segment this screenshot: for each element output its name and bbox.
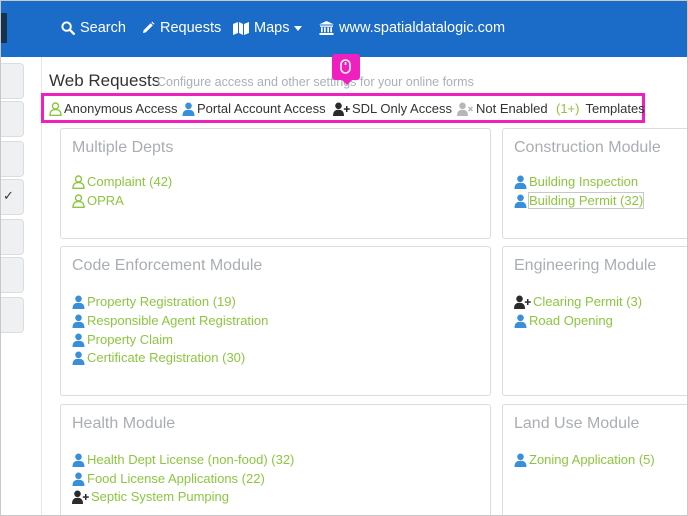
- user-solid-icon: [72, 472, 85, 486]
- access-legend: Anonymous Access Portal Account Access S…: [41, 93, 645, 123]
- card-title: Construction Module: [514, 139, 661, 156]
- card-title: Health Module: [72, 415, 176, 432]
- link-label: Building Inspection: [529, 174, 639, 189]
- legend-portal: Portal Account Access: [182, 101, 326, 116]
- pencil-icon: [143, 21, 155, 33]
- link-label: Road Opening: [529, 313, 613, 328]
- request-link[interactable]: Clearing Permit (3): [514, 294, 642, 309]
- link-label: Food License Applications (22): [87, 471, 265, 486]
- app-window: Search Requests Maps www.spatialdatalogi…: [0, 0, 688, 516]
- card-land-use: Land Use Module Zoning Application (5): [502, 404, 687, 515]
- card-health: Health Module Health Dept License (non-f…: [60, 404, 491, 515]
- request-link[interactable]: Building Inspection: [514, 174, 638, 189]
- nav-requests[interactable]: Requests: [141, 20, 221, 36]
- card-title: Multiple Depts: [72, 139, 174, 156]
- request-link[interactable]: OPRA: [72, 193, 124, 208]
- user-solid-icon: [72, 314, 85, 328]
- card-title: Code Enforcement Module: [72, 257, 263, 274]
- request-link[interactable]: Responsible Agent Registration: [72, 313, 268, 328]
- card-code-enforcement: Code Enforcement Module Property Registr…: [60, 246, 491, 396]
- link-label: Health Dept License (non-food) (32): [87, 452, 295, 467]
- link-label: Clearing Permit (3): [533, 294, 643, 309]
- side-tab-active[interactable]: ✓: [1, 179, 24, 215]
- legend-anonymous-label: Anonymous Access: [64, 101, 178, 116]
- request-link[interactable]: Property Claim: [72, 332, 173, 347]
- user-solid-icon: [182, 102, 195, 116]
- card-title: Engineering Module: [514, 257, 657, 274]
- request-link[interactable]: Building Permit (32): [514, 192, 645, 209]
- nav-requests-label: Requests: [160, 20, 222, 36]
- card-title: Land Use Module: [514, 415, 640, 432]
- user-solid-icon: [514, 453, 527, 467]
- map-icon: [233, 21, 249, 35]
- nav-search[interactable]: Search: [61, 20, 126, 36]
- check-icon: ✓: [3, 188, 14, 203]
- user-solid-icon: [72, 295, 85, 309]
- mouse-icon: [340, 59, 351, 74]
- link-label: Certificate Registration (30): [87, 350, 246, 365]
- user-outline-icon: [49, 101, 62, 116]
- navbar-brand-stub: [1, 13, 7, 43]
- side-tab[interactable]: [1, 101, 24, 137]
- institution-icon: [319, 21, 334, 35]
- user-plus-icon: [72, 490, 89, 504]
- legend-templates: (1+) Templates: [556, 101, 645, 116]
- top-navbar: Search Requests Maps www.spatialdatalogi…: [1, 1, 687, 57]
- nav-maps-label: Maps: [254, 20, 290, 36]
- request-link[interactable]: Certificate Registration (30): [72, 350, 245, 365]
- user-solid-icon: [514, 175, 527, 189]
- user-solid-icon: [72, 333, 85, 347]
- request-link[interactable]: Zoning Application (5): [514, 452, 655, 467]
- side-tab[interactable]: [1, 141, 24, 177]
- legend-sdl-label: SDL Only Access: [352, 101, 452, 116]
- request-link[interactable]: Property Registration (19): [72, 294, 236, 309]
- legend-not-enabled-label: Not Enabled: [476, 101, 548, 116]
- legend-templates-label: Templates: [585, 101, 645, 116]
- request-link[interactable]: Food License Applications (22): [72, 471, 265, 486]
- link-label: Property Claim: [87, 332, 173, 347]
- side-tab[interactable]: [1, 219, 24, 255]
- request-link[interactable]: Road Opening: [514, 313, 613, 328]
- user-plus-icon: [333, 102, 350, 116]
- side-tab[interactable]: [1, 63, 24, 99]
- page-title: Web Requests: [49, 71, 161, 90]
- link-label: OPRA: [87, 193, 124, 208]
- user-solid-icon: [72, 351, 85, 365]
- link-label: Responsible Agent Registration: [87, 313, 269, 328]
- nav-maps[interactable]: Maps: [233, 20, 303, 36]
- side-panel: ✓: [1, 57, 42, 515]
- user-plus-icon: [514, 295, 531, 309]
- nav-site-link[interactable]: www.spatialdatalogic.com: [319, 20, 505, 36]
- page-subtitle: Configure access and other settings for …: [157, 75, 474, 89]
- link-label: Septic System Pumping: [91, 489, 230, 504]
- link-label: Complaint (42): [87, 174, 173, 189]
- click-marker: [332, 54, 360, 85]
- link-label: Zoning Application (5): [529, 452, 655, 467]
- card-construction: Construction Module Building Inspection …: [502, 128, 687, 239]
- search-icon: [61, 21, 75, 35]
- link-label: Building Permit (32): [527, 192, 645, 209]
- legend-portal-label: Portal Account Access: [197, 101, 326, 116]
- card-engineering: Engineering Module Clearing Permit (3) R…: [502, 246, 687, 396]
- user-solid-icon: [72, 453, 85, 467]
- link-label: Property Registration (19): [87, 294, 236, 309]
- side-tab[interactable]: [1, 257, 24, 293]
- request-link[interactable]: Complaint (42): [72, 174, 172, 189]
- side-tab[interactable]: [1, 297, 24, 333]
- legend-not-enabled: Not Enabled: [457, 101, 548, 116]
- legend-sdl: SDL Only Access: [333, 101, 452, 116]
- caret-down-icon: [294, 25, 303, 31]
- user-outline-icon: [72, 193, 85, 208]
- user-times-icon: [457, 102, 474, 116]
- legend-anonymous: Anonymous Access: [49, 101, 177, 116]
- nav-search-label: Search: [80, 20, 126, 36]
- card-multiple-depts: Multiple Depts Complaint (42) OPRA: [60, 128, 491, 239]
- request-link[interactable]: Health Dept License (non-food) (32): [72, 452, 294, 467]
- nav-site-label: www.spatialdatalogic.com: [339, 20, 506, 36]
- templates-badge: (1+): [556, 101, 580, 116]
- user-solid-icon: [514, 314, 527, 328]
- user-outline-icon: [72, 174, 85, 189]
- user-solid-icon: [514, 194, 527, 208]
- request-link[interactable]: Septic System Pumping: [72, 489, 229, 504]
